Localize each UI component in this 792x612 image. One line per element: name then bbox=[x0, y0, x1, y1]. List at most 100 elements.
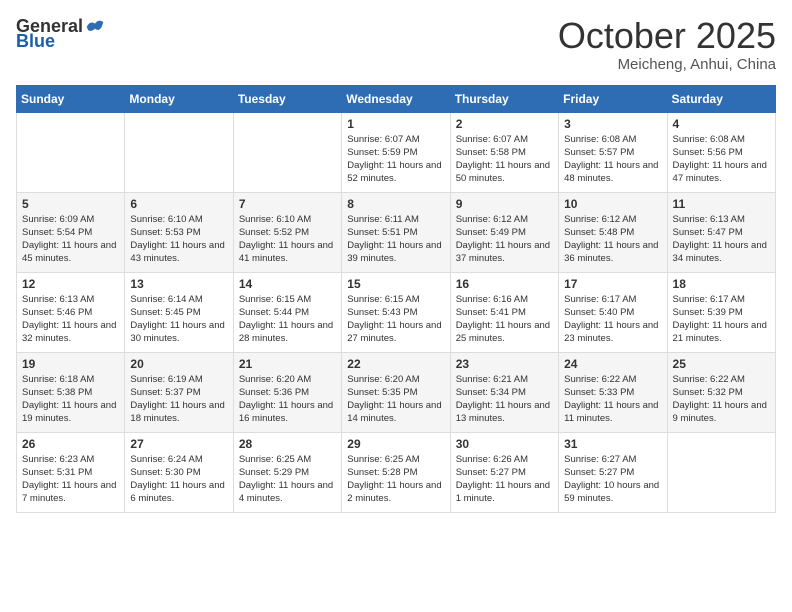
calendar-cell: 9 Sunrise: 6:12 AM Sunset: 5:49 PM Daylig… bbox=[450, 192, 558, 272]
day-info: Sunrise: 6:10 AM Sunset: 5:52 PM Dayligh… bbox=[239, 213, 336, 266]
day-info: Sunrise: 6:10 AM Sunset: 5:53 PM Dayligh… bbox=[130, 213, 227, 266]
calendar-cell: 3 Sunrise: 6:08 AM Sunset: 5:57 PM Daylig… bbox=[559, 112, 667, 192]
calendar-cell: 15 Sunrise: 6:15 AM Sunset: 5:43 PM Dayli… bbox=[342, 272, 450, 352]
day-info: Sunrise: 6:12 AM Sunset: 5:49 PM Dayligh… bbox=[456, 213, 553, 266]
weekday-header-tuesday: Tuesday bbox=[233, 85, 341, 112]
page-header: General Blue October 2025 Meicheng, Anhu… bbox=[16, 16, 776, 73]
calendar-week-3: 12 Sunrise: 6:13 AM Sunset: 5:46 PM Dayli… bbox=[17, 272, 776, 352]
day-number: 8 bbox=[347, 197, 444, 211]
day-info: Sunrise: 6:15 AM Sunset: 5:43 PM Dayligh… bbox=[347, 293, 444, 346]
day-number: 15 bbox=[347, 277, 444, 291]
day-info: Sunrise: 6:17 AM Sunset: 5:39 PM Dayligh… bbox=[673, 293, 770, 346]
calendar-cell bbox=[125, 112, 233, 192]
calendar-week-2: 5Sunrise: 6:09 AM Sunset: 5:54 PM Daylig… bbox=[17, 192, 776, 272]
calendar-cell: 22 Sunrise: 6:20 AM Sunset: 5:35 PM Dayli… bbox=[342, 352, 450, 432]
day-info: Sunrise: 6:12 AM Sunset: 5:48 PM Dayligh… bbox=[564, 213, 661, 266]
day-number: 25 bbox=[673, 357, 770, 371]
day-number: 6 bbox=[130, 197, 227, 211]
calendar-cell bbox=[17, 112, 125, 192]
day-number: 29 bbox=[347, 437, 444, 451]
day-info: Sunrise: 6:07 AM Sunset: 5:58 PM Dayligh… bbox=[456, 133, 553, 186]
day-info: Sunrise: 6:20 AM Sunset: 5:35 PM Dayligh… bbox=[347, 373, 444, 426]
calendar-cell: 11 Sunrise: 6:13 AM Sunset: 5:47 PM Dayli… bbox=[667, 192, 775, 272]
calendar-cell: 2Sunrise: 6:07 AM Sunset: 5:58 PM Daylig… bbox=[450, 112, 558, 192]
calendar-cell: 16Sunrise: 6:16 AM Sunset: 5:41 PM Dayli… bbox=[450, 272, 558, 352]
day-info: Sunrise: 6:15 AM Sunset: 5:44 PM Dayligh… bbox=[239, 293, 336, 346]
title-block: October 2025 Meicheng, Anhui, China bbox=[558, 16, 776, 73]
day-info: Sunrise: 6:14 AM Sunset: 5:45 PM Dayligh… bbox=[130, 293, 227, 346]
logo-blue: Blue bbox=[16, 31, 55, 52]
day-info: Sunrise: 6:08 AM Sunset: 5:56 PM Dayligh… bbox=[673, 133, 770, 186]
day-number: 21 bbox=[239, 357, 336, 371]
calendar-cell: 30Sunrise: 6:26 AM Sunset: 5:27 PM Dayli… bbox=[450, 432, 558, 512]
calendar-cell: 13 Sunrise: 6:14 AM Sunset: 5:45 PM Dayli… bbox=[125, 272, 233, 352]
weekday-header-wednesday: Wednesday bbox=[342, 85, 450, 112]
calendar-cell: 7 Sunrise: 6:10 AM Sunset: 5:52 PM Daylig… bbox=[233, 192, 341, 272]
day-number: 13 bbox=[130, 277, 227, 291]
day-info: Sunrise: 6:23 AM Sunset: 5:31 PM Dayligh… bbox=[22, 453, 119, 506]
calendar-cell: 21Sunrise: 6:20 AM Sunset: 5:36 PM Dayli… bbox=[233, 352, 341, 432]
calendar-cell: 24 Sunrise: 6:22 AM Sunset: 5:33 PM Dayli… bbox=[559, 352, 667, 432]
calendar-cell: 12 Sunrise: 6:13 AM Sunset: 5:46 PM Dayli… bbox=[17, 272, 125, 352]
day-info: Sunrise: 6:08 AM Sunset: 5:57 PM Dayligh… bbox=[564, 133, 661, 186]
calendar-cell: 20 Sunrise: 6:19 AM Sunset: 5:37 PM Dayli… bbox=[125, 352, 233, 432]
day-info: Sunrise: 6:13 AM Sunset: 5:46 PM Dayligh… bbox=[22, 293, 119, 346]
day-number: 23 bbox=[456, 357, 553, 371]
weekday-header-monday: Monday bbox=[125, 85, 233, 112]
day-number: 4 bbox=[673, 117, 770, 131]
calendar-cell: 29Sunrise: 6:25 AM Sunset: 5:28 PM Dayli… bbox=[342, 432, 450, 512]
day-number: 24 bbox=[564, 357, 661, 371]
day-info: Sunrise: 6:22 AM Sunset: 5:33 PM Dayligh… bbox=[564, 373, 661, 426]
location-title: Meicheng, Anhui, China bbox=[558, 56, 776, 73]
day-info: Sunrise: 6:27 AM Sunset: 5:27 PM Dayligh… bbox=[564, 453, 661, 506]
calendar-week-1: 1 Sunrise: 6:07 AM Sunset: 5:59 PM Daylig… bbox=[17, 112, 776, 192]
day-number: 17 bbox=[564, 277, 661, 291]
calendar-cell: 23 Sunrise: 6:21 AM Sunset: 5:34 PM Dayli… bbox=[450, 352, 558, 432]
day-number: 14 bbox=[239, 277, 336, 291]
day-number: 27 bbox=[130, 437, 227, 451]
day-number: 18 bbox=[673, 277, 770, 291]
calendar-cell: 27 Sunrise: 6:24 AM Sunset: 5:30 PM Dayli… bbox=[125, 432, 233, 512]
day-number: 12 bbox=[22, 277, 119, 291]
calendar-cell: 6 Sunrise: 6:10 AM Sunset: 5:53 PM Daylig… bbox=[125, 192, 233, 272]
calendar-cell: 18 Sunrise: 6:17 AM Sunset: 5:39 PM Dayli… bbox=[667, 272, 775, 352]
day-info: Sunrise: 6:09 AM Sunset: 5:54 PM Dayligh… bbox=[22, 213, 119, 266]
calendar-cell bbox=[667, 432, 775, 512]
calendar-cell: 19Sunrise: 6:18 AM Sunset: 5:38 PM Dayli… bbox=[17, 352, 125, 432]
calendar-cell bbox=[233, 112, 341, 192]
day-number: 26 bbox=[22, 437, 119, 451]
day-number: 22 bbox=[347, 357, 444, 371]
day-info: Sunrise: 6:13 AM Sunset: 5:47 PM Dayligh… bbox=[673, 213, 770, 266]
day-number: 1 bbox=[347, 117, 444, 131]
calendar-week-4: 19Sunrise: 6:18 AM Sunset: 5:38 PM Dayli… bbox=[17, 352, 776, 432]
logo: General Blue bbox=[16, 16, 105, 52]
calendar-cell: 14 Sunrise: 6:15 AM Sunset: 5:44 PM Dayli… bbox=[233, 272, 341, 352]
day-info: Sunrise: 6:24 AM Sunset: 5:30 PM Dayligh… bbox=[130, 453, 227, 506]
day-number: 7 bbox=[239, 197, 336, 211]
weekday-header-friday: Friday bbox=[559, 85, 667, 112]
day-info: Sunrise: 6:21 AM Sunset: 5:34 PM Dayligh… bbox=[456, 373, 553, 426]
day-number: 19 bbox=[22, 357, 119, 371]
logo-icon bbox=[85, 17, 105, 37]
weekday-header-thursday: Thursday bbox=[450, 85, 558, 112]
day-number: 11 bbox=[673, 197, 770, 211]
calendar-cell: 28 Sunrise: 6:25 AM Sunset: 5:29 PM Dayli… bbox=[233, 432, 341, 512]
calendar-cell: 25 Sunrise: 6:22 AM Sunset: 5:32 PM Dayli… bbox=[667, 352, 775, 432]
calendar-cell: 1 Sunrise: 6:07 AM Sunset: 5:59 PM Daylig… bbox=[342, 112, 450, 192]
day-number: 10 bbox=[564, 197, 661, 211]
day-number: 3 bbox=[564, 117, 661, 131]
day-info: Sunrise: 6:17 AM Sunset: 5:40 PM Dayligh… bbox=[564, 293, 661, 346]
day-info: Sunrise: 6:19 AM Sunset: 5:37 PM Dayligh… bbox=[130, 373, 227, 426]
day-info: Sunrise: 6:07 AM Sunset: 5:59 PM Dayligh… bbox=[347, 133, 444, 186]
day-number: 28 bbox=[239, 437, 336, 451]
weekday-header-sunday: Sunday bbox=[17, 85, 125, 112]
day-number: 30 bbox=[456, 437, 553, 451]
day-number: 20 bbox=[130, 357, 227, 371]
day-info: Sunrise: 6:25 AM Sunset: 5:29 PM Dayligh… bbox=[239, 453, 336, 506]
calendar-week-5: 26 Sunrise: 6:23 AM Sunset: 5:31 PM Dayli… bbox=[17, 432, 776, 512]
calendar-cell: 4 Sunrise: 6:08 AM Sunset: 5:56 PM Daylig… bbox=[667, 112, 775, 192]
day-number: 9 bbox=[456, 197, 553, 211]
day-info: Sunrise: 6:22 AM Sunset: 5:32 PM Dayligh… bbox=[673, 373, 770, 426]
weekday-header-saturday: Saturday bbox=[667, 85, 775, 112]
calendar-cell: 17 Sunrise: 6:17 AM Sunset: 5:40 PM Dayli… bbox=[559, 272, 667, 352]
